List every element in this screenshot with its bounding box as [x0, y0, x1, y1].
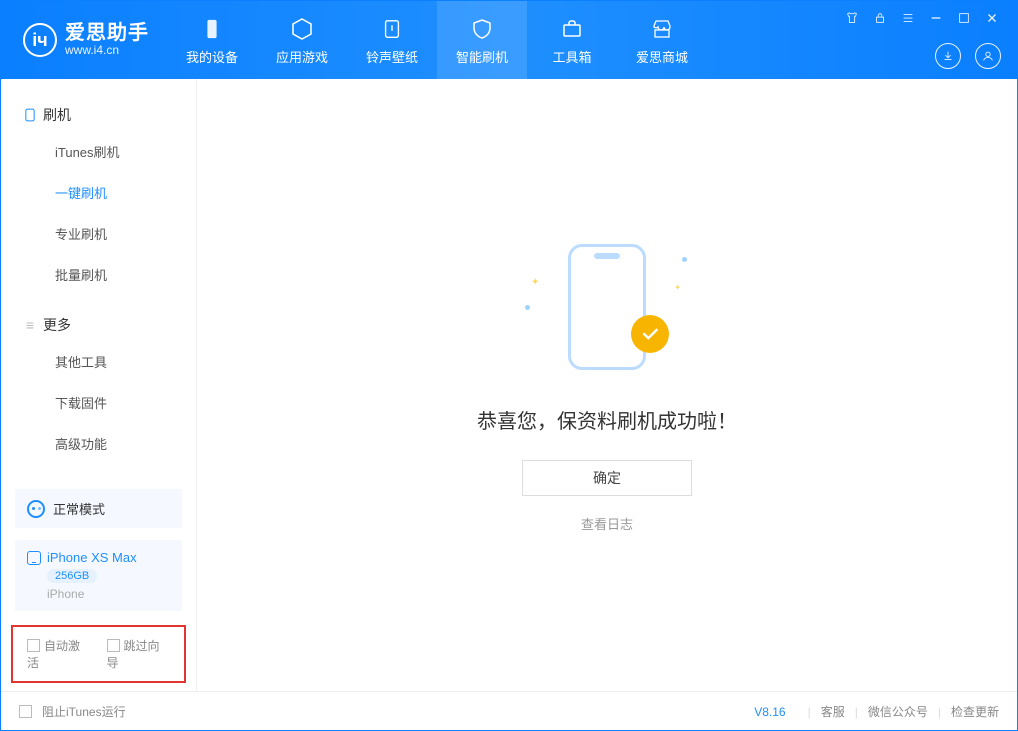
device-capacity: 256GB	[47, 569, 97, 583]
store-icon	[648, 15, 676, 43]
tab-toolbox[interactable]: 工具箱	[527, 1, 617, 79]
tab-my-device[interactable]: 我的设备	[167, 1, 257, 79]
menu-icon[interactable]	[899, 9, 917, 27]
header-aux	[935, 43, 1001, 69]
tab-store[interactable]: 爱思商城	[617, 1, 707, 79]
check-update-link[interactable]: 检查更新	[951, 703, 999, 720]
music-icon	[378, 15, 406, 43]
sparkle-icon: ✦	[531, 277, 539, 288]
sidebar-item-itunes-flash[interactable]: iTunes刷机	[1, 131, 196, 172]
tab-apps[interactable]: 应用游戏	[257, 1, 347, 79]
device-phone-icon	[27, 551, 41, 565]
tshirt-icon[interactable]	[843, 9, 861, 27]
dot-icon	[682, 257, 687, 262]
phone-illustration-icon	[568, 244, 646, 370]
block-itunes-label[interactable]: 阻止iTunes运行	[42, 703, 126, 720]
cube-icon	[288, 15, 316, 43]
app-title: 爱思助手	[65, 22, 149, 44]
sparkle-icon: ✦	[674, 283, 681, 292]
checkbox-icon[interactable]	[107, 639, 120, 652]
close-icon[interactable]	[983, 9, 1001, 27]
checkbox-icon[interactable]	[27, 639, 40, 652]
sidebar-item-pro-flash[interactable]: 专业刷机	[1, 213, 196, 254]
wechat-link[interactable]: 微信公众号	[868, 703, 928, 720]
success-illustration: ✦ ✦	[537, 237, 677, 377]
sidebar: 刷机 iTunes刷机 一键刷机 专业刷机 批量刷机 ≡ 更多 其他工具 下载固…	[1, 79, 197, 691]
list-icon: ≡	[23, 318, 37, 332]
user-icon[interactable]	[975, 43, 1001, 69]
phone-icon	[198, 15, 226, 43]
checkbox-icon[interactable]	[19, 705, 32, 718]
device-info[interactable]: iPhone XS Max 256GB iPhone	[15, 540, 182, 611]
version-label: V8.16	[754, 705, 785, 719]
tab-ringtones[interactable]: 铃声壁纸	[347, 1, 437, 79]
lock-icon[interactable]	[871, 9, 889, 27]
maximize-icon[interactable]	[955, 9, 973, 27]
tab-flash[interactable]: 智能刷机	[437, 1, 527, 79]
mode-indicator[interactable]: 正常模式	[15, 489, 182, 528]
success-check-icon	[631, 315, 669, 353]
flash-options: 自动激活 跳过向导	[11, 625, 186, 683]
success-message: 恭喜您，保资料刷机成功啦！	[477, 405, 737, 434]
sidebar-item-advanced[interactable]: 高级功能	[1, 423, 196, 464]
footer: 阻止iTunes运行 V8.16 | 客服 | 微信公众号 | 检查更新	[1, 691, 1017, 731]
briefcase-icon	[558, 15, 586, 43]
device-subtitle: iPhone	[47, 587, 170, 601]
option-skip-guide[interactable]: 跳过向导	[107, 637, 171, 671]
minimize-icon[interactable]	[927, 9, 945, 27]
logo: iч 爱思助手 www.i4.cn	[1, 1, 167, 79]
shield-icon	[468, 15, 496, 43]
app-domain: www.i4.cn	[65, 44, 149, 57]
sidebar-item-oneclick-flash[interactable]: 一键刷机	[1, 172, 196, 213]
confirm-button[interactable]: 确定	[522, 460, 692, 496]
mode-icon	[27, 500, 45, 518]
view-log-link[interactable]: 查看日志	[581, 514, 633, 533]
window-controls	[843, 9, 1001, 27]
device-name: iPhone XS Max	[47, 550, 137, 565]
sidebar-item-other-tools[interactable]: 其他工具	[1, 341, 196, 382]
sidebar-group-flash: 刷机	[1, 97, 196, 131]
header: iч 爱思助手 www.i4.cn 我的设备 应用游戏 铃声壁纸 智能刷机 工具…	[1, 1, 1017, 79]
option-auto-activate[interactable]: 自动激活	[27, 637, 91, 671]
logo-icon: iч	[23, 23, 57, 57]
phone-small-icon	[23, 108, 37, 122]
download-icon[interactable]	[935, 43, 961, 69]
support-link[interactable]: 客服	[821, 703, 845, 720]
sidebar-item-batch-flash[interactable]: 批量刷机	[1, 254, 196, 295]
dot-icon	[525, 305, 530, 310]
sidebar-group-more: ≡ 更多	[1, 307, 196, 341]
sidebar-item-download-firmware[interactable]: 下载固件	[1, 382, 196, 423]
main-content: ✦ ✦ 恭喜您，保资料刷机成功啦！ 确定 查看日志	[197, 79, 1017, 691]
